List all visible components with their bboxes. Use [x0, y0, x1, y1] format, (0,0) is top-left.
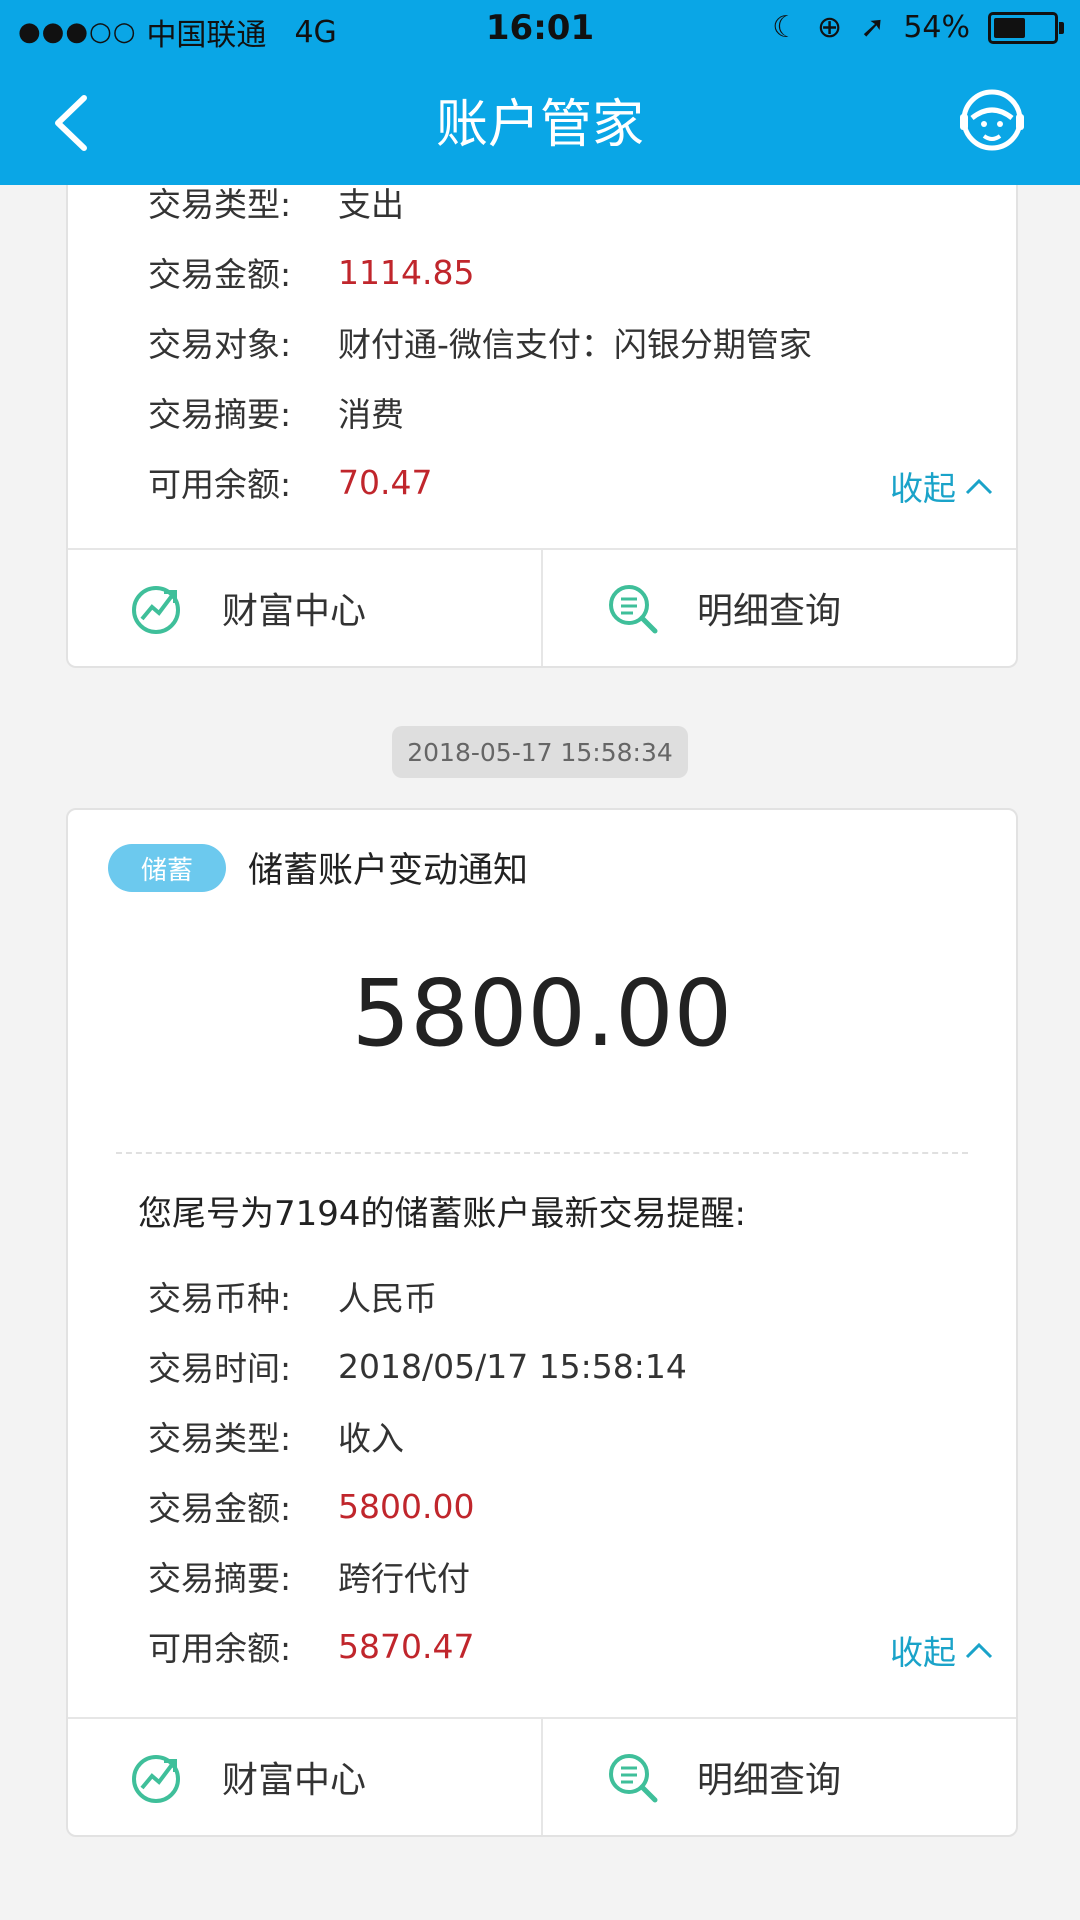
detail-query-button[interactable]: 明细查询: [541, 550, 1016, 666]
divider: [116, 1152, 968, 1154]
collapse-button[interactable]: 收起: [890, 1626, 994, 1674]
big-amount: 5800.00: [351, 960, 733, 1067]
row-transaction-time: 交易时间: 2018/05/17 15:58:14: [148, 1346, 687, 1389]
row-currency: 交易币种: 人民币: [148, 1279, 437, 1318]
battery-icon: [988, 11, 1064, 44]
row-available-balance: 可用余额: 5870.47: [148, 1626, 475, 1669]
page-title: 账户管家: [435, 95, 644, 155]
chevron-up-icon: [965, 478, 993, 495]
row-transaction-counterparty: 交易对象: 财付通-微信支付：闪银分期管家: [148, 325, 812, 364]
wealth-center-button[interactable]: 财富中心: [68, 550, 541, 666]
message-timestamp: 2018-05-17 15:58:34: [392, 726, 688, 778]
card-actions: 财富中心 明细查询: [68, 548, 1016, 666]
top-bar: ●●●○○ 中国联通 4G 16:01 ☾ ⊕ ➚ 54% 账户管家: [0, 0, 1080, 185]
savings-tag: 储蓄: [108, 844, 226, 892]
row-transaction-type: 交易类型: 收入: [148, 1419, 404, 1458]
battery-percent: 54%: [903, 10, 970, 45]
chevron-up-icon: [965, 1642, 993, 1659]
search-list-icon: [609, 1754, 658, 1803]
search-list-icon: [609, 585, 658, 634]
wealth-chart-icon: [132, 586, 180, 634]
collapse-button[interactable]: 收起: [890, 462, 994, 510]
row-transaction-summary: 交易摘要: 跨行代付: [148, 1559, 470, 1598]
row-available-balance: 可用余额: 70.47: [148, 462, 433, 505]
transaction-card-expense: 交易类型: 支出 交易金额: 1114.85 交易对象: 财付通-微信支付：闪银…: [66, 120, 1018, 668]
row-transaction-amount: 交易金额: 1114.85: [148, 252, 475, 295]
wealth-chart-icon: [132, 1755, 180, 1803]
customer-service-icon[interactable]: [952, 82, 1032, 162]
detail-query-button[interactable]: 明细查询: [541, 1719, 1016, 1835]
row-transaction-summary: 交易摘要: 消费: [148, 395, 404, 434]
rotation-lock-icon: ⊕: [817, 10, 843, 45]
row-transaction-amount: 交易金额: 5800.00: [148, 1486, 475, 1529]
status-right: ☾ ⊕ ➚ 54%: [772, 10, 1064, 45]
card-actions: 财富中心 明细查询: [68, 1717, 1016, 1835]
transaction-card-income: 储蓄 储蓄账户变动通知 5800.00 您尾号为7194的储蓄账户最新交易提醒:…: [66, 808, 1018, 1837]
moon-icon: ☾: [772, 10, 800, 45]
location-icon: ➚: [860, 10, 886, 45]
nav-bar: 账户管家: [0, 60, 1080, 185]
card-title: 储蓄账户变动通知: [248, 851, 529, 891]
card-description: 您尾号为7194的储蓄账户最新交易提醒:: [138, 1194, 746, 1234]
status-bar: ●●●○○ 中国联通 4G 16:01 ☾ ⊕ ➚ 54%: [0, 0, 1080, 60]
wealth-center-button[interactable]: 财富中心: [68, 1719, 541, 1835]
